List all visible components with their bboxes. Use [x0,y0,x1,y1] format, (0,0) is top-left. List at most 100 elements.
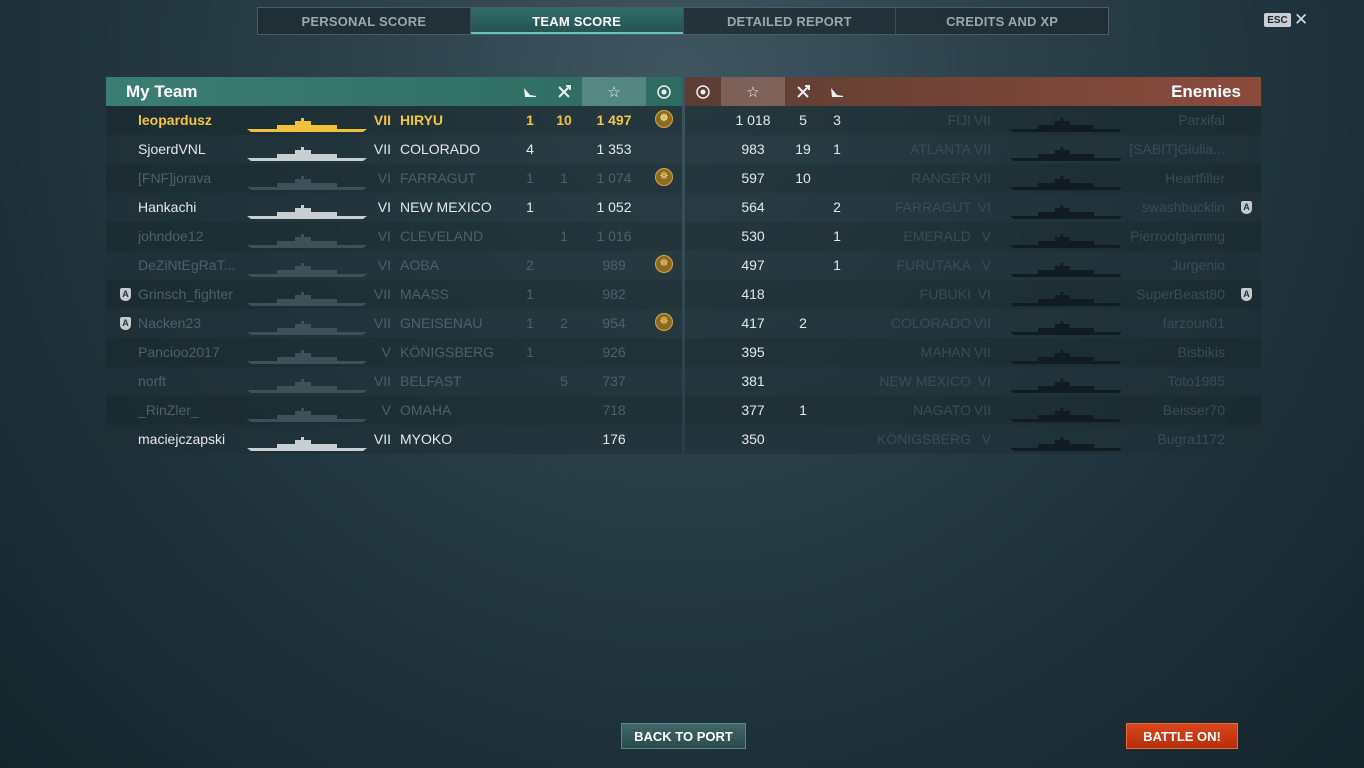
frags: 19 [795,141,811,157]
score: 417 [741,315,765,331]
enemy-row[interactable]: 564 2 FARRAGUT VI swashbucklin A [685,193,1261,222]
score: 597 [741,170,765,186]
my-team-title: My Team [126,82,198,101]
ship-tier: VII [973,344,991,360]
enemy-row[interactable]: 1 018 5 3 FIJI VII Parxifal [685,106,1261,135]
ship-name: AOBA [400,257,439,273]
frags [550,425,578,454]
ship-name: NEW MEXICO [400,199,492,215]
planes-destroyed: 1 [526,344,534,360]
my-team-row[interactable]: SjoerdVNL VII COLORADO 4 1 353 [106,135,682,164]
frags [550,193,578,222]
ship-name: FIJI [947,112,971,128]
close-icon[interactable]: ✕ [1294,10,1308,30]
enemy-row[interactable]: 497 1 FURUTAKA V Jurgenio [685,251,1261,280]
ship-tier: VI [977,286,991,302]
player-name: Bisbikis [1177,344,1225,360]
score: 564 [741,199,765,215]
ship-silhouette-icon [1010,432,1122,451]
ship-silhouette-icon [1010,287,1122,306]
my-team-panel: My Team ☆ leopardusz VII HIRYU 1 10 1 497 ☸ Sjo… [106,77,682,454]
battle-on-button[interactable]: BATTLE ON! [1126,723,1238,749]
frags [550,396,578,425]
ship-silhouette-icon [247,113,367,132]
medal-icon [646,77,682,106]
score: 395 [741,344,765,360]
player-name: leopardusz [138,112,212,128]
score-star-icon: ☆ [582,77,646,106]
my-team-row[interactable]: [FNF]jorava VI FARRAGUT 1 1 1 074 ☸ [106,164,682,193]
enemy-row[interactable]: 418 FUBUKI VI SuperBeast80 A [685,280,1261,309]
ship-name: MAHAN [920,344,971,360]
planes-destroyed [516,396,544,425]
ship-name: KÖNIGSBERG [400,344,495,360]
score: 1 018 [735,112,771,128]
planes-destroyed: 1 [833,228,841,244]
my-team-row[interactable]: johndoe12 VI CLEVELAND 1 1 016 [106,222,682,251]
tab-personal-score[interactable]: PERSONAL SCORE [258,8,471,34]
enemy-row[interactable]: 350 KÖNIGSBERG V Bugra1172 [685,425,1261,454]
my-team-row[interactable]: _RinZler_ V OMAHA 718 [106,396,682,425]
my-team-row[interactable]: A Grinsch_fighter VII MAASS 1 982 [106,280,682,309]
score: 377 [741,402,765,418]
my-team-row[interactable]: DeZiNtEgRaT... VI AOBA 2 989 ☸ [106,251,682,280]
enemy-row[interactable]: 377 1 NAGATO VII Beisser70 [685,396,1261,425]
player-name: Heartfiller [1165,170,1225,186]
my-team-row[interactable]: A Nacken23 VII GNEISENAU 1 2 954 ☸ [106,309,682,338]
my-team-row[interactable]: maciejczapski VII MYOKO 176 [106,425,682,454]
player-name: Parxifal [1178,112,1225,128]
frags: 2 [560,315,568,331]
my-team-row[interactable]: Hankachi VI NEW MEXICO 1 1 052 [106,193,682,222]
planes-destroyed: 1 [526,315,534,331]
medal-icon: ☸ [646,168,682,188]
player-name: norft [138,373,167,389]
enemy-row[interactable]: 983 19 1 ATLANTA VII [SABIT]Giulia... [685,135,1261,164]
enemies-rows: 1 018 5 3 FIJI VII Parxifal 983 19 1 ATLANTA VII [S… [685,106,1261,454]
planes-destroyed: 1 [526,112,534,128]
planes-destroyed: 1 [833,257,841,273]
ship-silhouette-icon [247,258,367,277]
enemy-row[interactable]: 381 NEW MEXICO VI Toto1985 [685,367,1261,396]
my-team-row[interactable]: leopardusz VII HIRYU 1 10 1 497 ☸ [106,106,682,135]
ship-tier: VI [377,228,391,244]
enemy-row[interactable]: 395 MAHAN VII Bisbikis [685,338,1261,367]
tab-team-score[interactable]: TEAM SCORE [470,8,684,34]
frags: 10 [795,170,811,186]
player-name: Jurgenio [1171,257,1225,273]
planes-destroyed-icon [821,77,853,106]
score: 718 [602,402,626,418]
player-name: swashbucklin [1141,199,1225,215]
my-team-row[interactable]: Pancioo2017 V KÖNIGSBERG 1 926 [106,338,682,367]
frags: 5 [799,112,807,128]
ship-silhouette-icon [247,142,367,161]
planes-destroyed [821,396,853,425]
esc-key-label[interactable]: ESC [1264,13,1291,27]
frags [785,280,821,309]
ship-tier: V [981,257,991,273]
tab-detailed-report[interactable]: DETAILED REPORT [684,8,897,34]
planes-destroyed: 2 [833,199,841,215]
planes-destroyed: 4 [526,141,534,157]
frags [550,135,578,164]
ship-silhouette-icon [247,200,367,219]
score: 1 497 [596,112,632,128]
player-name: Pancioo2017 [138,344,220,360]
planes-destroyed: 1 [526,199,534,215]
my-team-row[interactable]: norft VII BELFAST 5 737 [106,367,682,396]
ship-tier: VII [373,112,391,128]
frags [785,425,821,454]
enemy-row[interactable]: 597 10 RANGER VII Heartfiller [685,164,1261,193]
tab-credits-and-xp[interactable]: CREDITS AND XP [896,8,1108,34]
ship-silhouette-icon [1010,316,1122,335]
ship-silhouette-icon [1010,142,1122,161]
enemy-row[interactable]: 417 2 COLORADO VII farzoun01 [685,309,1261,338]
medal-icon [685,77,721,106]
back-to-port-button[interactable]: BACK TO PORT [621,723,746,749]
ship-silhouette-icon [1010,258,1122,277]
division-badge-icon: A [120,288,132,301]
planes-destroyed: 1 [526,170,534,186]
ship-name: BELFAST [400,373,462,389]
enemy-row[interactable]: 530 1 EMERALD V Pierrootgaming [685,222,1261,251]
frags [785,251,821,280]
ship-tier: V [381,402,391,418]
